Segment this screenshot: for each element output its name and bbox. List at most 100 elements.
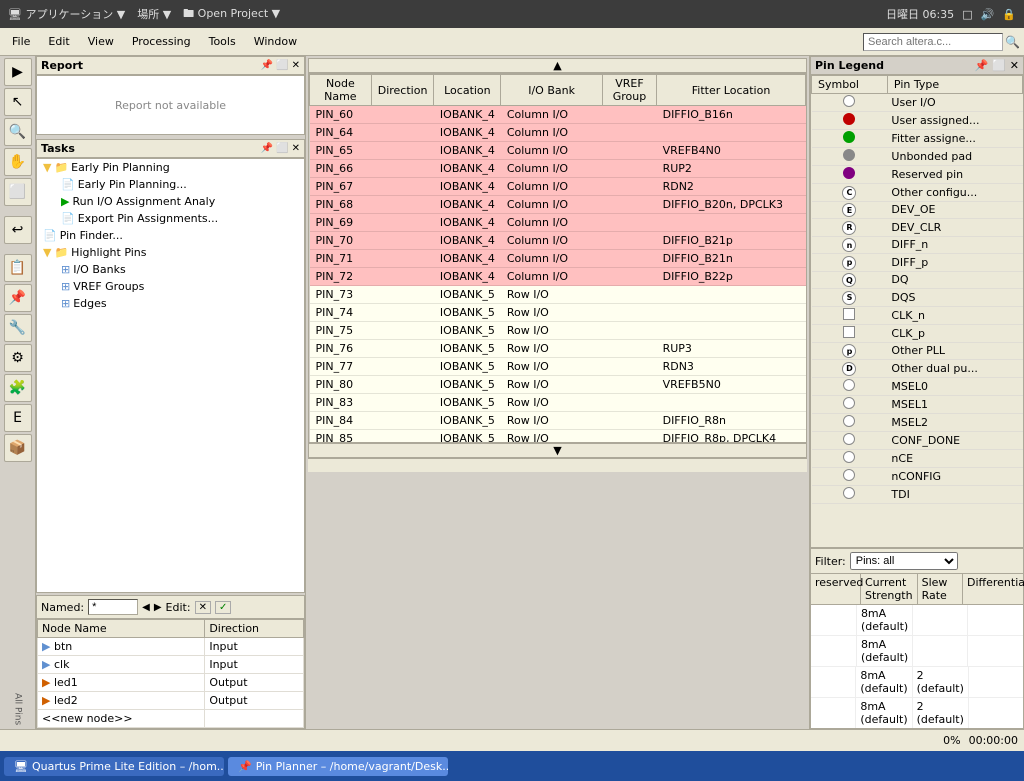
tree-item-io-banks[interactable]: ⊞ I/O Banks xyxy=(37,261,304,278)
scrollbar-h[interactable] xyxy=(308,458,807,472)
taskbar-item-quartus[interactable]: 🖥 Quartus Prime Lite Edition – /hom... xyxy=(4,757,224,776)
legend-icon-close[interactable]: ✕ xyxy=(1010,59,1019,72)
b2-reserved xyxy=(811,636,857,666)
tree-label-run-io: Run I/O Assignment Analy xyxy=(72,195,215,208)
tree-item-export-pin[interactable]: 📄 Export Pin Assignments... xyxy=(37,210,304,227)
pin-table-scroll[interactable]: Node Name Direction Location I/O Bank VR… xyxy=(308,73,807,443)
tree-item-early-pin-planning[interactable]: ▼ 📁 Early Pin Planning xyxy=(37,159,304,176)
b2-slew xyxy=(913,636,968,666)
pin-table-row[interactable]: PIN_69IOBANK_4Column I/O xyxy=(310,214,806,232)
report-title: Report xyxy=(41,59,83,72)
toolbar-btn5[interactable]: 🧩 xyxy=(4,374,32,402)
pin-table-row[interactable]: PIN_83IOBANK_5Row I/O xyxy=(310,394,806,412)
b2-strength: 8mA (default) xyxy=(857,636,913,666)
tree-item-vref-groups[interactable]: ⊞ VREF Groups xyxy=(37,278,304,295)
scroll-down-btn[interactable]: ▼ xyxy=(308,443,807,458)
node-row-clk[interactable]: ▶ clk Input xyxy=(38,656,304,674)
menu-processing[interactable]: Processing xyxy=(124,32,199,51)
filter-btn-right[interactable]: ▶ xyxy=(154,602,162,613)
scroll-up-btn[interactable]: ▲ xyxy=(308,58,807,73)
node-row-btn[interactable]: ▶ btn Input xyxy=(38,638,304,656)
pin-table-row[interactable]: PIN_80IOBANK_5Row I/OVREFB5N0 xyxy=(310,376,806,394)
bottom-row-4: 8mA (default) 2 (default) xyxy=(811,698,1023,728)
node-name-led2: ▶ led2 xyxy=(38,692,205,710)
pin-table-row[interactable]: PIN_60IOBANK_4Column I/ODIFFIO_B16n xyxy=(310,106,806,124)
pin-table-row[interactable]: PIN_84IOBANK_5Row I/ODIFFIO_R8n xyxy=(310,412,806,430)
pin-table-row[interactable]: PIN_64IOBANK_4Column I/O xyxy=(310,124,806,142)
toolbar-btn6[interactable]: E xyxy=(4,404,32,432)
pin-table-row[interactable]: PIN_75IOBANK_5Row I/O xyxy=(310,322,806,340)
tree-item-pin-finder[interactable]: 📄 Pin Finder... xyxy=(37,227,304,244)
report-header-icons: 📌 ⬜ ✕ xyxy=(261,60,300,71)
tasks-icon-restore[interactable]: ⬜ xyxy=(276,143,288,154)
pin-table-row[interactable]: PIN_67IOBANK_4Column I/ORDN2 xyxy=(310,178,806,196)
filter-btn-left[interactable]: ◀ xyxy=(142,602,150,613)
pin-table-row[interactable]: PIN_66IOBANK_4Column I/ORUP2 xyxy=(310,160,806,178)
legend-symbol xyxy=(843,379,855,391)
toolbar-hand[interactable]: ✋ xyxy=(4,148,32,176)
open-project-menu[interactable]: 🖿 Open Project ▼ xyxy=(183,5,280,24)
time-label: 00:00:00 xyxy=(969,734,1018,747)
pin-table-row[interactable]: PIN_76IOBANK_5Row I/ORUP3 xyxy=(310,340,806,358)
pin-table-row[interactable]: PIN_68IOBANK_4Column I/ODIFFIO_B20n, DPC… xyxy=(310,196,806,214)
tree-label-highlight-pins: Highlight Pins xyxy=(71,246,146,259)
pin-table-row[interactable]: PIN_70IOBANK_4Column I/ODIFFIO_B21p xyxy=(310,232,806,250)
toolbar-btn1[interactable]: 📋 xyxy=(4,254,32,282)
toolbar-marquee[interactable]: ⬜ xyxy=(4,178,32,206)
search-input[interactable] xyxy=(863,33,1003,51)
tree-item-run-io[interactable]: ▶ Run I/O Assignment Analy xyxy=(37,193,304,210)
toolbar-zoom-in[interactable]: 🔍 xyxy=(4,118,32,146)
toolbar-btn4[interactable]: ⚙ xyxy=(4,344,32,372)
legend-icon-restore[interactable]: ⬜ xyxy=(992,59,1006,72)
pin-table-row[interactable]: PIN_73IOBANK_5Row I/O xyxy=(310,286,806,304)
menu-file[interactable]: File xyxy=(4,32,38,51)
col-fitter: Fitter Location xyxy=(657,75,806,106)
legend-symbol: Q xyxy=(842,273,856,287)
report-icon-restore[interactable]: ⬜ xyxy=(276,60,288,71)
pin-table-row[interactable]: PIN_71IOBANK_4Column I/ODIFFIO_B21n xyxy=(310,250,806,268)
tree-item-early-pin-planning-file[interactable]: 📄 Early Pin Planning... xyxy=(37,176,304,193)
tasks-header-icons: 📌 ⬜ ✕ xyxy=(261,143,300,154)
b3-reserved xyxy=(811,667,856,697)
report-icon-pin[interactable]: 📌 xyxy=(261,60,273,71)
app-menu[interactable]: 🖥 アプリケーション ▼ xyxy=(8,6,125,22)
bottom-row-1: 8mA (default) xyxy=(811,605,1023,636)
report-icon-close[interactable]: ✕ xyxy=(292,60,300,71)
menu-tools[interactable]: Tools xyxy=(201,32,244,51)
tree-item-edges[interactable]: ⊞ Edges xyxy=(37,295,304,312)
toolbar-undo[interactable]: ↩ xyxy=(4,216,32,244)
toolbar-btn3[interactable]: 🔧 xyxy=(4,314,32,342)
edit-clear-btn[interactable]: ✕ xyxy=(195,601,211,614)
pin-table-row[interactable]: PIN_65IOBANK_4Column I/OVREFB4N0 xyxy=(310,142,806,160)
edit-ok-btn[interactable]: ✓ xyxy=(215,601,231,614)
report-header: Report 📌 ⬜ ✕ xyxy=(36,56,305,75)
tree-item-highlight-pins[interactable]: ▼ 📁 Highlight Pins xyxy=(37,244,304,261)
toolbar-select[interactable]: ▶ xyxy=(4,58,32,86)
toolbar-btn2[interactable]: 📌 xyxy=(4,284,32,312)
pin-table-row[interactable]: PIN_77IOBANK_5Row I/ORDN3 xyxy=(310,358,806,376)
pin-table-row[interactable]: PIN_74IOBANK_5Row I/O xyxy=(310,304,806,322)
search-button[interactable]: 🔍 xyxy=(1005,35,1020,49)
tasks-icon-close[interactable]: ✕ xyxy=(292,143,300,154)
pin-table-row[interactable]: PIN_72IOBANK_4Column I/ODIFFIO_B22p xyxy=(310,268,806,286)
node-row-new[interactable]: <<new node>> xyxy=(38,710,304,728)
filter-select[interactable]: Pins: all Pins: assigned Pins: unassigne… xyxy=(850,552,958,570)
tree-label-export-pin: Export Pin Assignments... xyxy=(78,212,218,225)
taskbar-item-pinplanner[interactable]: 📌 Pin Planner – /home/vagrant/Desk... xyxy=(228,757,448,776)
menu-window[interactable]: Window xyxy=(246,32,305,51)
node-filter-bar: Named: ◀ ▶ Edit: ✕ ✓ xyxy=(36,595,305,619)
legend-row: CLK_p xyxy=(812,324,1023,342)
pin-table-row[interactable]: PIN_85IOBANK_5Row I/ODIFFIO_R8p, DPCLK4 xyxy=(310,430,806,444)
folder-collapse-icon-2: ▼ xyxy=(43,246,51,259)
location-menu[interactable]: 場所 ▼ xyxy=(137,6,171,22)
menu-edit[interactable]: Edit xyxy=(40,32,77,51)
toolbar-cursor[interactable]: ↖ xyxy=(4,88,32,116)
toolbar-btn7[interactable]: 📦 xyxy=(4,434,32,462)
tasks-icon-pin[interactable]: 📌 xyxy=(261,143,273,154)
node-row-led1[interactable]: ▶ led1 Output xyxy=(38,674,304,692)
menu-view[interactable]: View xyxy=(80,32,122,51)
node-row-led2[interactable]: ▶ led2 Output xyxy=(38,692,304,710)
legend-icon-pin[interactable]: 📌 xyxy=(975,59,989,72)
legend-type: User assigned... xyxy=(887,112,1022,130)
named-input[interactable] xyxy=(88,599,138,615)
